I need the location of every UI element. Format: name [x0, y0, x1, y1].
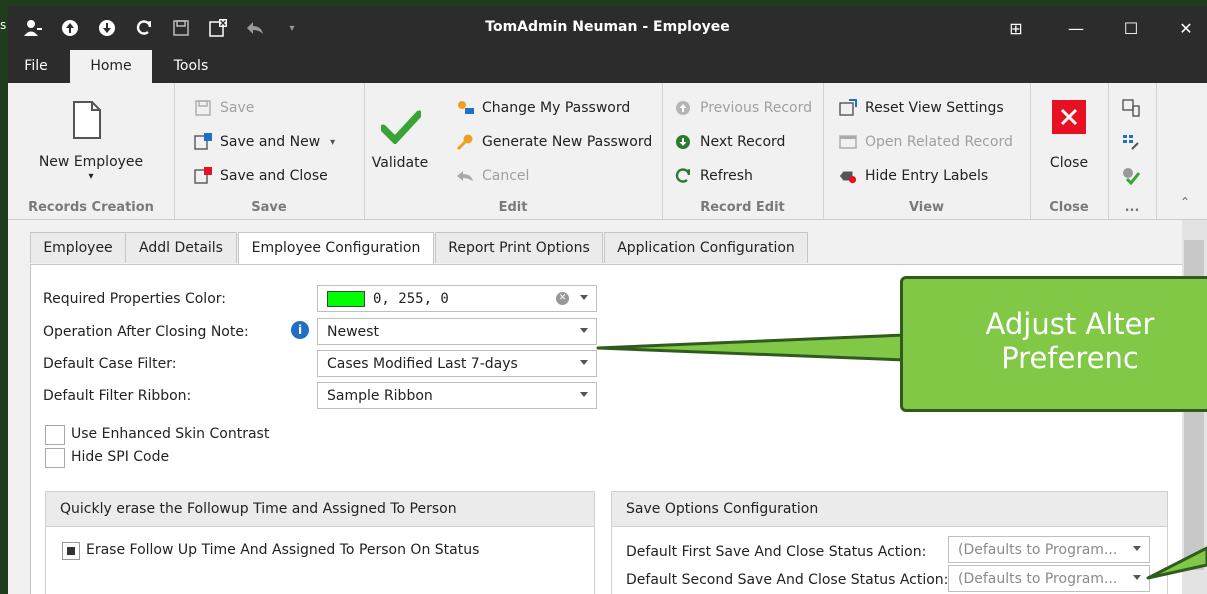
callout-bubble: Adjust Alter Preferenc — [900, 276, 1207, 412]
callout-line-2: Preferenc — [1001, 341, 1139, 375]
callout-line-1: Adjust Alter — [985, 307, 1155, 341]
